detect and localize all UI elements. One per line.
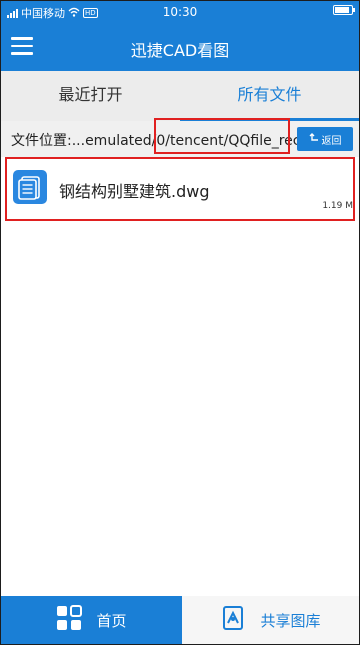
tab-recent[interactable]: 最近打开 xyxy=(1,71,180,121)
grid-icon xyxy=(56,605,83,635)
file-name: 钢结构别墅建筑.dwg xyxy=(59,182,210,201)
status-bar: 中国移动 HD 10:30 xyxy=(1,1,359,23)
file-size: 1.19 M xyxy=(322,201,353,211)
share-gallery-icon xyxy=(220,605,246,635)
dwg-file-icon xyxy=(13,170,47,204)
tab-all-files[interactable]: 所有文件 xyxy=(180,71,359,121)
app-bar: 迅捷CAD看图 xyxy=(1,23,359,71)
nav-share-label: 共享图库 xyxy=(260,611,321,630)
app-title: 迅捷CAD看图 xyxy=(130,41,230,60)
tab-bar: 最近打开 所有文件 xyxy=(1,71,359,121)
path-label: 文件位置: xyxy=(11,133,72,149)
path-text: 文件位置:...emulated/0/tencent/QQfile_recv xyxy=(11,130,309,150)
bottom-nav: 首页 共享图库 xyxy=(1,596,359,644)
path-value: ...emulated/0/tencent/QQfile_recv xyxy=(71,133,309,149)
status-right xyxy=(333,5,355,15)
back-button[interactable]: 返回 xyxy=(297,127,353,151)
back-arrow-icon xyxy=(309,132,319,146)
file-list-item[interactable]: 钢结构别墅建筑.dwg 1.19 M xyxy=(5,157,355,221)
battery-icon xyxy=(333,5,355,15)
nav-home[interactable]: 首页 xyxy=(1,596,182,644)
back-label: 返回 xyxy=(321,135,342,147)
status-time: 10:30 xyxy=(162,5,198,19)
nav-home-label: 首页 xyxy=(96,611,127,630)
nav-share-gallery[interactable]: 共享图库 xyxy=(182,596,359,644)
